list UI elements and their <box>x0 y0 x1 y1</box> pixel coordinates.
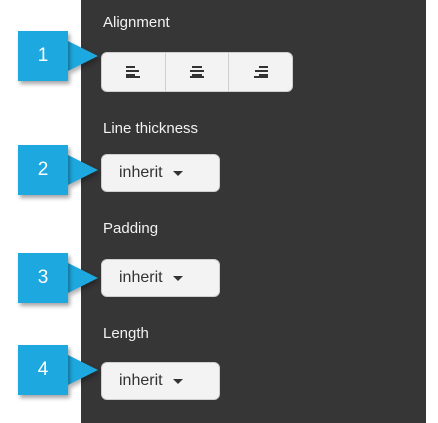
line-thickness-value: inherit <box>119 164 163 181</box>
alignment-label: Alignment <box>103 14 170 31</box>
padding-value: inherit <box>119 269 163 286</box>
align-left-button[interactable] <box>102 53 166 91</box>
length-value: inherit <box>119 372 163 389</box>
callout-arrow <box>68 263 98 293</box>
callout-4: 4 <box>18 345 100 395</box>
callout-number: 2 <box>18 145 68 195</box>
callout-arrow <box>68 155 98 185</box>
line-thickness-dropdown[interactable]: inherit <box>101 154 220 192</box>
callout-number: 4 <box>18 345 68 395</box>
screenshot-stage: Alignment Line thickness inherit Padding… <box>0 0 438 423</box>
chevron-down-icon <box>172 276 183 281</box>
align-center-icon <box>190 66 204 78</box>
alignment-button-group <box>101 52 293 92</box>
padding-dropdown[interactable]: inherit <box>101 259 220 297</box>
align-left-icon <box>126 66 141 78</box>
align-right-button[interactable] <box>229 53 292 91</box>
chevron-down-icon <box>172 379 183 384</box>
callout-arrow <box>68 41 98 71</box>
line-thickness-label: Line thickness <box>103 120 199 137</box>
length-dropdown[interactable]: inherit <box>101 362 220 400</box>
align-right-icon <box>253 66 268 78</box>
callout-3: 3 <box>18 253 100 303</box>
callout-arrow <box>68 355 98 385</box>
callout-number: 1 <box>18 31 68 81</box>
length-label: Length <box>103 325 149 342</box>
align-center-button[interactable] <box>166 53 230 91</box>
callout-number: 3 <box>18 253 68 303</box>
callout-2: 2 <box>18 145 100 195</box>
padding-label: Padding <box>103 220 159 237</box>
callout-1: 1 <box>18 31 100 81</box>
chevron-down-icon <box>172 171 183 176</box>
